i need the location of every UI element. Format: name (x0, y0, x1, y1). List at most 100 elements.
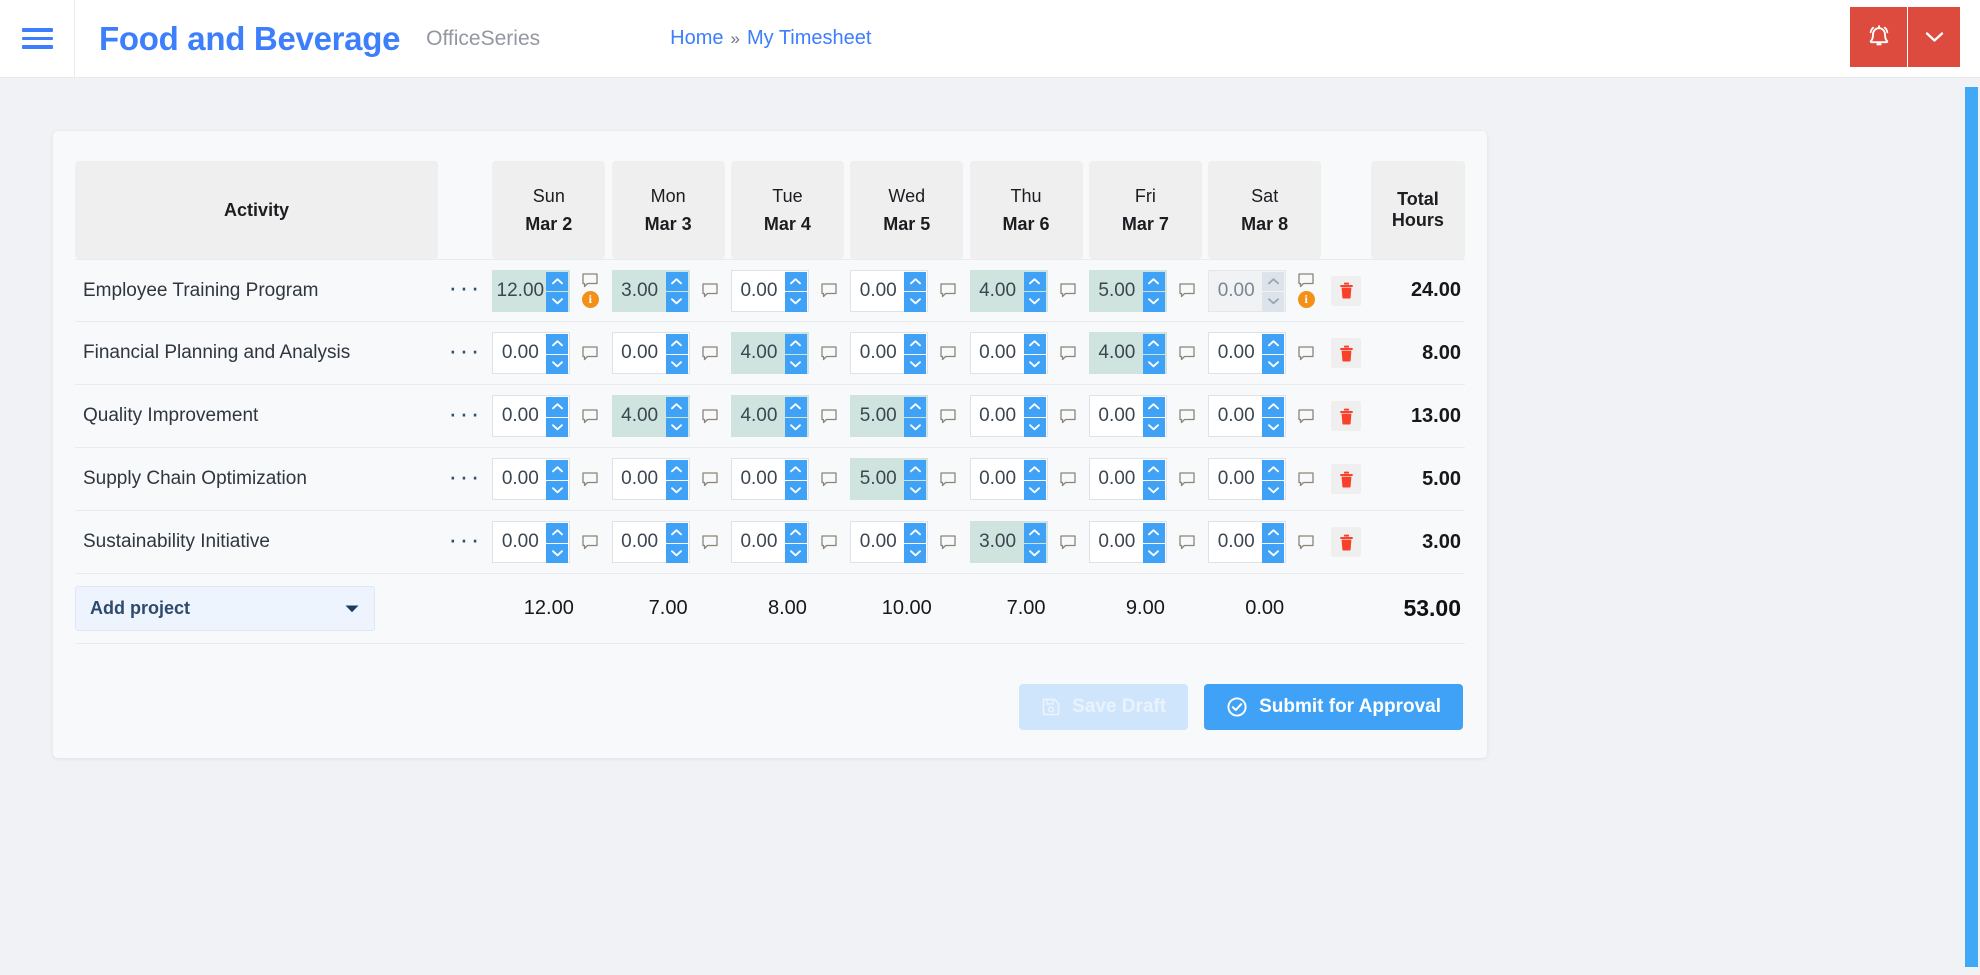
comment-button[interactable] (1059, 534, 1076, 550)
spinner-decrement-button[interactable] (665, 417, 688, 437)
row-options-menu-button[interactable]: ··· (438, 385, 493, 448)
comment-icon[interactable] (1179, 345, 1195, 361)
spinner-increment-button[interactable] (1262, 397, 1285, 417)
spinner-increment-button[interactable] (546, 523, 569, 543)
hours-input-r1-d1[interactable]: 0.00 (611, 332, 690, 374)
submit-for-approval-button[interactable]: Submit for Approval (1204, 684, 1463, 730)
comment-icon[interactable] (701, 534, 718, 550)
hours-input-r2-d6[interactable]: 0.00 (1208, 395, 1287, 437)
spinner-decrement-button[interactable] (1262, 354, 1285, 374)
comment-icon[interactable] (582, 534, 598, 550)
spinner-increment-button[interactable] (665, 334, 688, 354)
comment-button[interactable] (1179, 408, 1195, 424)
spinner-increment-button[interactable] (784, 334, 807, 354)
hours-input-r0-d5[interactable]: 5.00 (1088, 269, 1167, 312)
page-scrollbar[interactable] (1963, 78, 1980, 975)
comment-icon[interactable] (1298, 534, 1314, 550)
comment-button[interactable] (1059, 345, 1076, 361)
hours-input-r3-d1[interactable]: 0.00 (611, 458, 690, 500)
hours-input-r2-d0[interactable]: 0.00 (492, 395, 571, 437)
comment-icon[interactable] (1059, 534, 1076, 550)
spinner-decrement-button[interactable] (1262, 480, 1285, 500)
spinner-increment-button[interactable] (1262, 523, 1285, 543)
comment-button[interactable] (1179, 534, 1195, 550)
comment-button[interactable] (821, 471, 837, 487)
comment-button[interactable] (940, 283, 956, 298)
hours-input-r4-d0[interactable]: 0.00 (492, 521, 571, 563)
comment-button[interactable] (821, 283, 837, 298)
row-options-menu-button[interactable]: ··· (438, 511, 493, 574)
comment-button[interactable] (821, 534, 837, 550)
spinner-decrement-button[interactable] (546, 417, 569, 437)
spinner-decrement-button[interactable] (784, 543, 807, 563)
comment-button[interactable] (1298, 471, 1314, 487)
hours-input-r1-d6[interactable]: 0.00 (1208, 332, 1287, 374)
spinner-decrement-button[interactable] (546, 543, 569, 563)
comment-icon[interactable] (1179, 534, 1195, 550)
comment-icon[interactable] (1059, 471, 1076, 487)
spinner-decrement-button[interactable] (1262, 417, 1285, 437)
comment-icon[interactable] (940, 408, 956, 424)
comment-button[interactable] (582, 408, 598, 424)
spinner-increment-button[interactable] (1142, 271, 1165, 291)
spinner-decrement-button[interactable] (1023, 292, 1046, 312)
comment-button[interactable] (582, 273, 598, 288)
row-options-menu-button[interactable]: ··· (438, 322, 493, 385)
hours-input-r3-d3[interactable]: 5.00 (850, 458, 929, 500)
hours-input-r3-d2[interactable]: 0.00 (730, 458, 809, 500)
spinner-decrement-button[interactable] (1023, 480, 1046, 500)
delete-row-button[interactable] (1331, 401, 1361, 431)
comment-button[interactable] (701, 408, 718, 424)
spinner-increment-button[interactable] (1142, 334, 1165, 354)
comment-icon[interactable] (1179, 408, 1195, 424)
hours-input-r0-d0[interactable]: 12.00 (492, 269, 571, 312)
delete-row-button[interactable] (1331, 338, 1361, 368)
comment-button[interactable] (1179, 345, 1195, 361)
spinner-decrement-button[interactable] (546, 354, 569, 374)
comment-icon[interactable] (1059, 345, 1076, 361)
add-project-dropdown[interactable]: Add project (75, 586, 375, 631)
spinner-increment-button[interactable] (1262, 334, 1285, 354)
hours-input-r1-d3[interactable]: 0.00 (850, 332, 929, 374)
spinner-increment-button[interactable] (904, 397, 927, 417)
spinner-increment-button[interactable] (1023, 523, 1046, 543)
spinner-increment-button[interactable] (546, 397, 569, 417)
comment-button[interactable] (940, 534, 956, 550)
spinner-increment-button[interactable] (665, 397, 688, 417)
comment-icon[interactable] (1298, 408, 1314, 424)
comment-icon[interactable] (701, 408, 718, 424)
spinner-increment-button[interactable] (665, 271, 688, 291)
comment-icon[interactable] (1298, 273, 1314, 288)
spinner-increment-button[interactable] (546, 271, 569, 291)
spinner-increment-button[interactable] (1023, 460, 1046, 480)
spinner-increment-button[interactable] (904, 271, 927, 291)
spinner-increment-button[interactable] (546, 334, 569, 354)
comment-icon[interactable] (940, 534, 956, 550)
comment-icon[interactable] (940, 471, 956, 487)
spinner-decrement-button[interactable] (665, 354, 688, 374)
spinner-increment-button[interactable] (1023, 397, 1046, 417)
hours-input-r1-d0[interactable]: 0.00 (492, 332, 571, 374)
spinner-increment-button[interactable] (904, 523, 927, 543)
hours-input-r2-d5[interactable]: 0.00 (1088, 395, 1167, 437)
comment-button[interactable] (940, 345, 956, 361)
comment-button[interactable] (1059, 408, 1076, 424)
comment-icon[interactable] (582, 408, 598, 424)
comment-button[interactable] (582, 345, 598, 361)
spinner-increment-button[interactable] (784, 523, 807, 543)
delete-row-button[interactable] (1331, 275, 1361, 306)
comment-icon[interactable] (701, 283, 718, 298)
comment-icon[interactable] (701, 345, 718, 361)
spinner-increment-button[interactable] (546, 460, 569, 480)
spinner-decrement-button[interactable] (784, 292, 807, 312)
hours-input-r2-d3[interactable]: 5.00 (850, 395, 929, 437)
hours-input-r2-d4[interactable]: 0.00 (969, 395, 1048, 437)
comment-button[interactable] (701, 471, 718, 487)
hours-input-r4-d6[interactable]: 0.00 (1208, 521, 1287, 563)
comment-icon[interactable] (1059, 408, 1076, 424)
hours-input-r0-d4[interactable]: 4.00 (969, 269, 1048, 312)
spinner-increment-button[interactable] (665, 460, 688, 480)
comment-button[interactable] (701, 345, 718, 361)
hours-input-r4-d4[interactable]: 3.00 (969, 521, 1048, 563)
hours-input-r3-d6[interactable]: 0.00 (1208, 458, 1287, 500)
